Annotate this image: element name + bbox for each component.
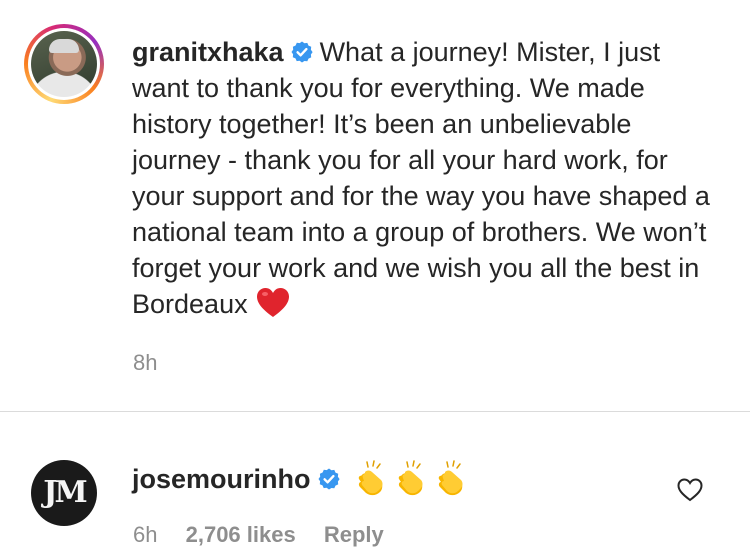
clapping-hands-emoji-icon <box>358 460 383 496</box>
clapping-hands-emoji-icon <box>438 460 463 496</box>
like-heart-icon[interactable] <box>677 478 703 502</box>
verified-badge-icon <box>318 468 340 490</box>
red-heart-emoji-icon <box>256 288 289 317</box>
comment-body: What a journey! Mister, I just want to t… <box>132 37 710 319</box>
comment-timestamp: 8h <box>133 350 158 375</box>
reply-button[interactable]: Reply <box>324 522 384 547</box>
comment-timestamp: 6h <box>133 522 158 547</box>
username-granitxhaka[interactable]: granitxhaka <box>132 37 284 67</box>
comment-granitxhaka: granitxhaka What a journey! Mister, I ju… <box>132 34 722 322</box>
clapping-hands-emoji-icon <box>398 460 423 496</box>
avatar-granitxhaka[interactable] <box>31 31 97 97</box>
likes-count[interactable]: 2,706 likes <box>186 522 296 547</box>
avatar-josemourinho[interactable]: JM <box>31 460 97 526</box>
avatar-frame <box>28 28 100 100</box>
comment-meta: 6h 2,706 likes Reply <box>133 522 406 548</box>
story-ring[interactable] <box>24 24 104 104</box>
verified-badge-icon <box>291 41 313 63</box>
username-josemourinho[interactable]: josemourinho <box>132 461 311 497</box>
divider <box>0 411 750 412</box>
comment-josemourinho: josemourinho <box>132 460 473 498</box>
avatar-monogram: JM <box>43 475 87 510</box>
avatar-hair <box>49 39 79 53</box>
